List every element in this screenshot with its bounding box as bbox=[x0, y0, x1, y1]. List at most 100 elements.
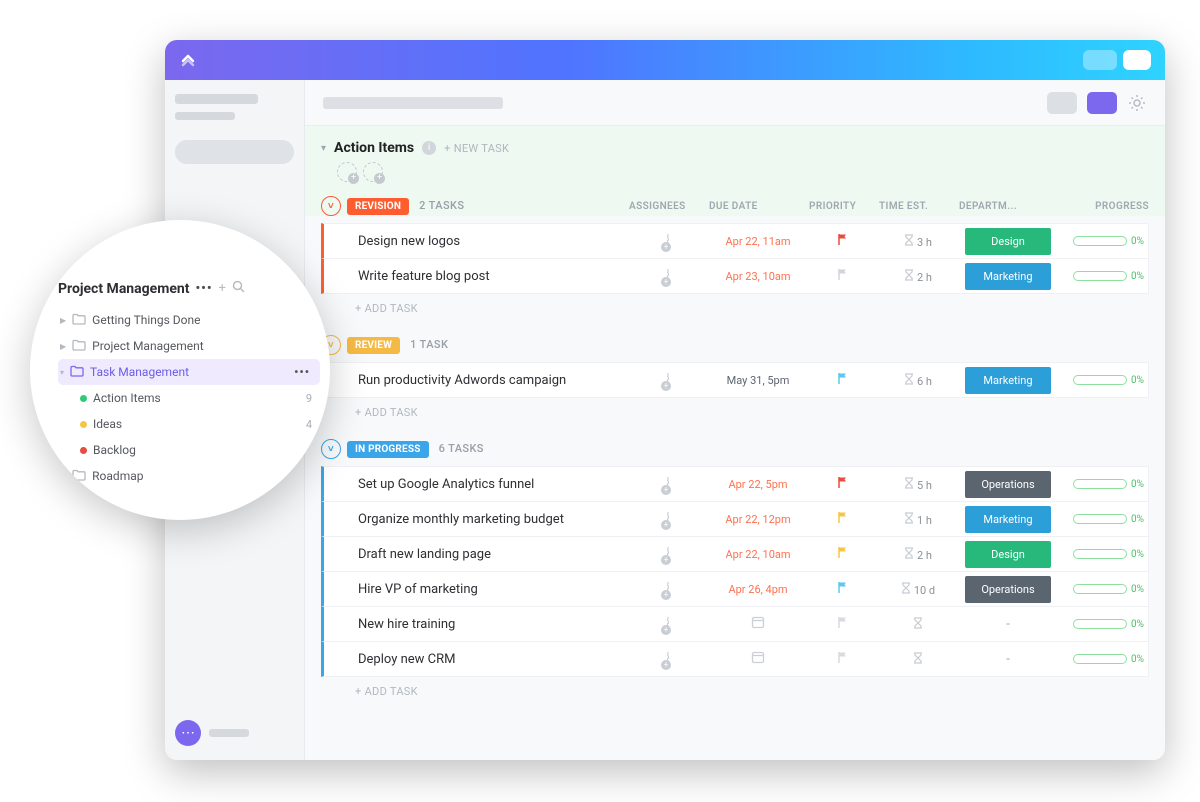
department-empty[interactable]: - bbox=[958, 652, 1058, 667]
status-chip[interactable]: REVISION bbox=[347, 198, 409, 215]
tree-caret-icon[interactable]: ▶ bbox=[60, 472, 66, 481]
search-icon[interactable] bbox=[232, 280, 245, 297]
priority-flag-icon[interactable] bbox=[808, 372, 878, 389]
chat-bubble-icon[interactable]: ⋯ bbox=[175, 720, 201, 746]
group-collapse-icon[interactable]: ˅ bbox=[321, 439, 341, 459]
due-date[interactable]: Apr 26, 4pm bbox=[708, 583, 808, 596]
add-task-button[interactable]: + ADD TASK bbox=[321, 677, 1149, 702]
list-item[interactable]: Backlog 4 bbox=[58, 437, 320, 463]
tree-caret-icon[interactable]: ▶ bbox=[60, 342, 66, 351]
priority-flag-icon[interactable] bbox=[808, 476, 878, 493]
assignee-add-icon[interactable] bbox=[667, 511, 669, 528]
add-assignee-icon[interactable] bbox=[363, 162, 383, 182]
progress-cell[interactable]: 0% bbox=[1058, 514, 1148, 525]
more-options-icon[interactable]: ••• bbox=[195, 281, 212, 296]
priority-flag-icon[interactable] bbox=[808, 268, 878, 285]
department-chip[interactable]: Marketing bbox=[958, 263, 1058, 290]
progress-cell[interactable]: 0% bbox=[1058, 375, 1148, 386]
add-task-button[interactable]: + ADD TASK bbox=[321, 398, 1149, 423]
time-estimate-empty[interactable] bbox=[878, 652, 958, 667]
priority-flag-icon[interactable] bbox=[808, 616, 878, 633]
task-row[interactable]: Write feature blog post Apr 23, 10am 2 h… bbox=[321, 258, 1149, 294]
add-task-button[interactable]: + ADD TASK bbox=[321, 294, 1149, 319]
task-row[interactable]: Hire VP of marketing Apr 26, 4pm 10 d Op… bbox=[321, 571, 1149, 607]
progress-cell[interactable]: 0% bbox=[1058, 654, 1148, 665]
calendar-icon[interactable] bbox=[708, 615, 808, 633]
department-chip[interactable]: Marketing bbox=[958, 506, 1058, 533]
priority-flag-icon[interactable] bbox=[808, 511, 878, 528]
time-estimate[interactable]: 2 h bbox=[878, 547, 958, 562]
folder-item[interactable]: ▶ Project Management bbox=[58, 333, 320, 359]
topbar-pill-1[interactable] bbox=[1083, 50, 1117, 70]
task-name[interactable]: Design new logos bbox=[350, 234, 628, 249]
task-row[interactable]: Organize monthly marketing budget Apr 22… bbox=[321, 501, 1149, 537]
time-estimate[interactable]: 2 h bbox=[878, 269, 958, 284]
assignee-add-icon[interactable] bbox=[667, 616, 669, 633]
info-icon[interactable]: i bbox=[422, 141, 436, 155]
task-row[interactable]: Draft new landing page Apr 22, 10am 2 h … bbox=[321, 536, 1149, 572]
group-collapse-icon[interactable]: ˅ bbox=[321, 196, 341, 216]
due-date[interactable]: Apr 22, 11am bbox=[708, 235, 808, 248]
department-chip[interactable]: Design bbox=[958, 541, 1058, 568]
time-estimate-empty[interactable] bbox=[878, 617, 958, 632]
assignee-add-icon[interactable] bbox=[667, 476, 669, 493]
progress-cell[interactable]: 0% bbox=[1058, 619, 1148, 630]
progress-cell[interactable]: 0% bbox=[1058, 549, 1148, 560]
time-estimate[interactable]: 3 h bbox=[878, 234, 958, 249]
assignee-add-icon[interactable] bbox=[667, 651, 669, 668]
sidebar-search[interactable] bbox=[175, 140, 294, 164]
priority-flag-icon[interactable] bbox=[808, 233, 878, 250]
priority-flag-icon[interactable] bbox=[808, 651, 878, 668]
add-flag-icon[interactable] bbox=[337, 162, 357, 182]
time-estimate[interactable]: 10 d bbox=[878, 582, 958, 597]
progress-cell[interactable]: 0% bbox=[1058, 236, 1148, 247]
assignee-add-icon[interactable] bbox=[667, 546, 669, 563]
folder-item[interactable]: ▾ Task Management ••• bbox=[58, 359, 320, 385]
assignee-add-icon[interactable] bbox=[667, 268, 669, 285]
list-item[interactable]: Action Items 9 bbox=[58, 385, 320, 411]
task-name[interactable]: New hire training bbox=[350, 617, 628, 632]
time-estimate[interactable]: 1 h bbox=[878, 512, 958, 527]
department-chip[interactable]: Operations bbox=[958, 471, 1058, 498]
view-toggle-2[interactable] bbox=[1087, 92, 1117, 114]
progress-cell[interactable]: 0% bbox=[1058, 479, 1148, 490]
due-date[interactable]: Apr 22, 10am bbox=[708, 548, 808, 561]
more-options-icon[interactable]: ••• bbox=[294, 365, 320, 379]
collapse-caret-icon[interactable]: ▾ bbox=[321, 143, 326, 154]
tree-caret-icon[interactable]: ▶ bbox=[60, 316, 66, 325]
due-date[interactable]: Apr 23, 10am bbox=[708, 270, 808, 283]
priority-flag-icon[interactable] bbox=[808, 581, 878, 598]
due-date[interactable]: May 31, 5pm bbox=[708, 374, 808, 387]
add-icon[interactable]: + bbox=[219, 281, 226, 296]
task-name[interactable]: Hire VP of marketing bbox=[350, 582, 628, 597]
folder-item[interactable]: ▶ Roadmap bbox=[58, 463, 320, 489]
calendar-icon[interactable] bbox=[708, 650, 808, 668]
time-estimate[interactable]: 6 h bbox=[878, 373, 958, 388]
assignee-add-icon[interactable] bbox=[667, 581, 669, 598]
view-toggle-1[interactable] bbox=[1047, 92, 1077, 114]
status-chip[interactable]: REVIEW bbox=[347, 337, 400, 354]
assignee-add-icon[interactable] bbox=[667, 233, 669, 250]
list-item[interactable]: Ideas 4 bbox=[58, 411, 320, 437]
task-name[interactable]: Draft new landing page bbox=[350, 547, 628, 562]
new-task-button[interactable]: + NEW TASK bbox=[444, 142, 509, 155]
due-date[interactable]: Apr 22, 12pm bbox=[708, 513, 808, 526]
task-row[interactable]: Deploy new CRM - 0% bbox=[321, 641, 1149, 677]
department-chip[interactable]: Marketing bbox=[958, 367, 1058, 394]
task-row[interactable]: New hire training - 0% bbox=[321, 606, 1149, 642]
task-row[interactable]: Run productivity Adwords campaign May 31… bbox=[321, 362, 1149, 398]
task-name[interactable]: Organize monthly marketing budget bbox=[350, 512, 628, 527]
department-chip[interactable]: Operations bbox=[958, 576, 1058, 603]
priority-flag-icon[interactable] bbox=[808, 546, 878, 563]
topbar-pill-2[interactable] bbox=[1123, 50, 1151, 70]
progress-cell[interactable]: 0% bbox=[1058, 271, 1148, 282]
task-name[interactable]: Set up Google Analytics funnel bbox=[350, 477, 628, 492]
task-row[interactable]: Set up Google Analytics funnel Apr 22, 5… bbox=[321, 466, 1149, 502]
due-date[interactable]: Apr 22, 5pm bbox=[708, 478, 808, 491]
task-name[interactable]: Write feature blog post bbox=[350, 269, 628, 284]
tree-caret-icon[interactable]: ▾ bbox=[60, 368, 64, 377]
gear-icon[interactable] bbox=[1127, 93, 1147, 113]
time-estimate[interactable]: 5 h bbox=[878, 477, 958, 492]
department-empty[interactable]: - bbox=[958, 617, 1058, 632]
department-chip[interactable]: Design bbox=[958, 228, 1058, 255]
